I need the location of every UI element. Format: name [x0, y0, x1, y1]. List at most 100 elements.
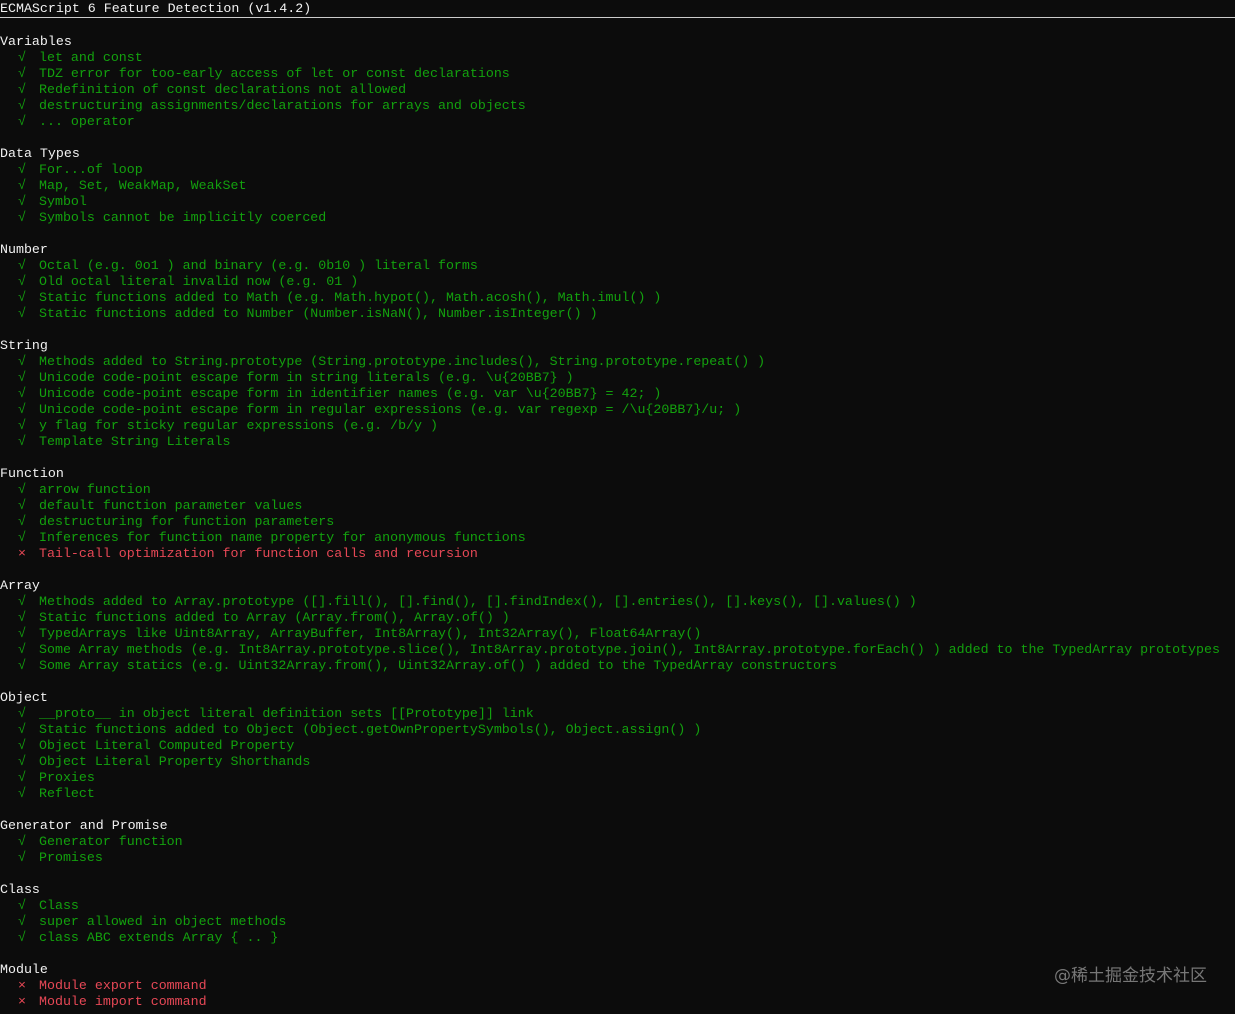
section-title: Object [0, 690, 48, 705]
feature-item: × Module import command [0, 994, 1235, 1010]
section-title: Function [0, 466, 64, 481]
window-title: ECMAScript 6 Feature Detection (v1.4.2) [0, 1, 312, 16]
section-title: String [0, 338, 48, 353]
feature-text: Module export command [39, 978, 207, 993]
console-output[interactable]: Variables √ let and const √ TDZ error for to… [0, 34, 1235, 1010]
feature-text: Module import command [39, 994, 207, 1009]
feature-text: Proxies [39, 770, 95, 785]
feature-item: √ Some Array statics (e.g. Uint32Array.fr… [0, 658, 1235, 674]
check-icon: √ [18, 930, 26, 945]
section-title: Variables [0, 34, 72, 49]
feature-text: class ABC extends Array { .. } [39, 930, 279, 945]
section-title: Module [0, 962, 48, 977]
feature-item: √ Proxies [0, 770, 1235, 786]
feature-text: destructuring for function parameters [39, 514, 335, 529]
check-icon: √ [18, 514, 26, 529]
check-icon: √ [18, 594, 26, 609]
feature-item: √ Static functions added to Number (Numbe… [0, 306, 1235, 322]
feature-text: Template String Literals [39, 434, 231, 449]
feature-item: √ Some Array methods (e.g. Int8Array.prot… [0, 642, 1235, 658]
feature-text: Redefinition of const declarations not a… [39, 82, 407, 97]
check-icon: √ [18, 354, 26, 369]
cross-icon: × [18, 546, 26, 561]
check-icon: √ [18, 290, 26, 305]
feature-item: √ Object Literal Property Shorthands [0, 754, 1235, 770]
check-icon: √ [18, 770, 26, 785]
feature-text: Some Array statics (e.g. Uint32Array.fro… [39, 658, 837, 673]
check-icon: √ [18, 914, 26, 929]
feature-text: Some Array methods (e.g. Int8Array.proto… [39, 642, 1220, 657]
feature-text: Octal (e.g. 0o1 ) and binary (e.g. 0b10 … [39, 258, 478, 273]
section-class: Class √ Class √ super allowed in object meth… [0, 882, 1235, 962]
feature-text: Symbols cannot be implicitly coerced [39, 210, 327, 225]
check-icon: √ [18, 162, 26, 177]
feature-item: √ Static functions added to Math (e.g. Ma… [0, 290, 1235, 306]
feature-text: Unicode code-point escape form in identi… [39, 386, 662, 401]
check-icon: √ [18, 482, 26, 497]
feature-item: √ TDZ error for too-early access of let o… [0, 66, 1235, 82]
feature-item: × Tail-call optimization for function cal… [0, 546, 1235, 562]
check-icon: √ [18, 210, 26, 225]
feature-text: Methods added to Array.prototype ([].fil… [39, 594, 917, 609]
feature-item: √ Unicode code-point escape form in regul… [0, 402, 1235, 418]
check-icon: √ [18, 370, 26, 385]
feature-text: Static functions added to Array (Array.f… [39, 610, 510, 625]
feature-item: √ Unicode code-point escape form in strin… [0, 370, 1235, 386]
check-icon: √ [18, 178, 26, 193]
section-object: Object √ __proto__ in object literal defin… [0, 690, 1235, 818]
feature-item: × Module export command [0, 978, 1235, 994]
feature-text: default function parameter values [39, 498, 303, 513]
feature-item: √ y flag for sticky regular expressions (… [0, 418, 1235, 434]
feature-text: Promises [39, 850, 103, 865]
feature-text: TDZ error for too-early access of let or… [39, 66, 510, 81]
feature-item: √ destructuring assignments/declarations … [0, 98, 1235, 114]
feature-text: arrow function [39, 482, 151, 497]
feature-item: √ Methods added to String.prototype (Stri… [0, 354, 1235, 370]
section-array: Array √ Methods added to Array.prototype (… [0, 578, 1235, 690]
feature-text: Symbol [39, 194, 87, 209]
check-icon: √ [18, 786, 26, 801]
check-icon: √ [18, 898, 26, 913]
feature-text: Generator function [39, 834, 183, 849]
feature-text: Static functions added to Math (e.g. Mat… [39, 290, 662, 305]
feature-item: √ Symbol [0, 194, 1235, 210]
feature-item: √ Old octal literal invalid now (e.g. 01 … [0, 274, 1235, 290]
check-icon: √ [18, 530, 26, 545]
check-icon: √ [18, 434, 26, 449]
feature-item: √ let and const [0, 50, 1235, 66]
check-icon: √ [18, 738, 26, 753]
feature-item: √ Object Literal Computed Property [0, 738, 1235, 754]
check-icon: √ [18, 850, 26, 865]
feature-text: Unicode code-point escape form in string… [39, 370, 574, 385]
section-title: Array [0, 578, 40, 593]
feature-item: √ super allowed in object methods [0, 914, 1235, 930]
check-icon: √ [18, 498, 26, 513]
check-icon: √ [18, 114, 26, 129]
feature-text: TypedArrays like Uint8Array, ArrayBuffer… [39, 626, 702, 641]
section-variables: Variables √ let and const √ TDZ error for to… [0, 34, 1235, 146]
feature-item: √ Octal (e.g. 0o1 ) and binary (e.g. 0b10… [0, 258, 1235, 274]
feature-text: destructuring assignments/declarations f… [39, 98, 526, 113]
check-icon: √ [18, 722, 26, 737]
section-module: Module × Module export command × Module impo… [0, 962, 1235, 1010]
feature-item: √ ... operator [0, 114, 1235, 130]
section-title: Number [0, 242, 48, 257]
feature-item: √ Static functions added to Array (Array.… [0, 610, 1235, 626]
feature-text: Unicode code-point escape form in regula… [39, 402, 742, 417]
feature-text: __proto__ in object literal definition s… [39, 706, 534, 721]
check-icon: √ [18, 258, 26, 273]
section-title: Generator and Promise [0, 818, 168, 833]
section-title: Class [0, 882, 40, 897]
feature-item: √ Class [0, 898, 1235, 914]
check-icon: √ [18, 706, 26, 721]
feature-text: Old octal literal invalid now (e.g. 01 ) [39, 274, 359, 289]
feature-item: √ TypedArrays like Uint8Array, ArrayBuffe… [0, 626, 1235, 642]
